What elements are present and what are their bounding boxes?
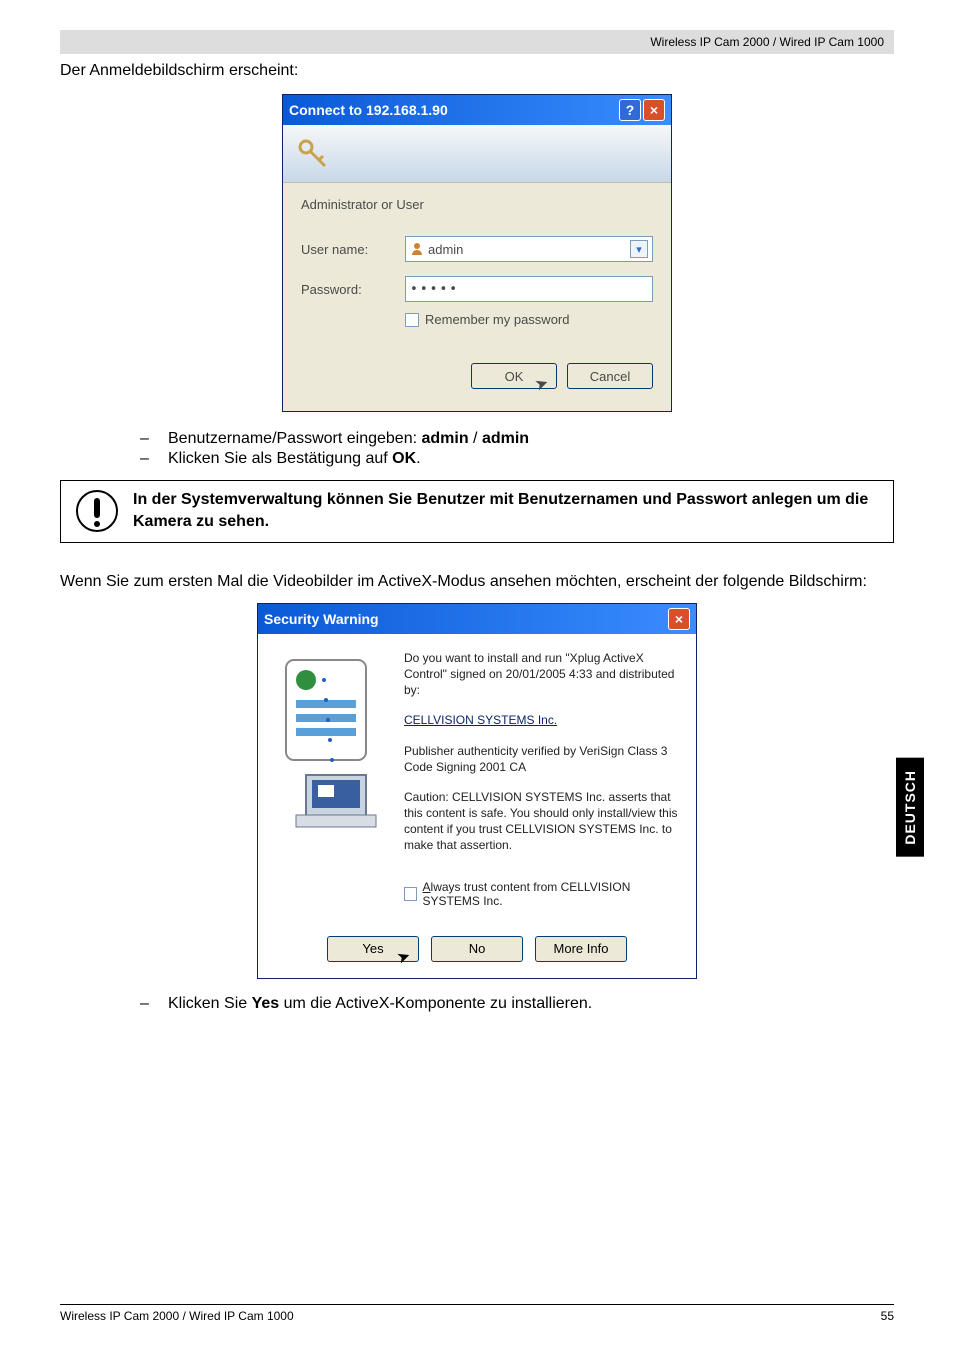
note-box: In der Systemverwaltung können Sie Benut… [60,480,894,543]
username-label: User name: [301,242,405,257]
bullet-list-1: –Benutzername/Passwort eingeben: admin /… [140,430,894,468]
software-install-icon [276,650,386,830]
keys-icon [295,136,331,172]
always-trust-label: Always trust content from CELLVISION SYS… [423,880,678,908]
yes-button[interactable]: Yes ➤ [327,936,419,962]
page-footer: Wireless IP Cam 2000 / Wired IP Cam 1000… [60,1304,894,1323]
password-field[interactable]: ••••• [405,276,653,302]
list-item: –Klicken Sie als Bestätigung auf OK. [140,450,894,468]
close-icon[interactable]: × [643,99,665,121]
security-p1: Do you want to install and run "Xplug Ac… [404,650,678,699]
list-item: –Benutzername/Passwort eingeben: admin /… [140,430,894,448]
security-warning-dialog: Security Warning × [257,603,697,979]
connect-dialog: Connect to 192.168.1.90 ? × Administrato… [282,94,672,412]
dialog-banner [283,125,671,183]
remember-checkbox[interactable] [405,313,419,327]
password-value: ••••• [410,282,459,297]
security-titlebar: Security Warning × [258,604,696,634]
username-field[interactable]: admin ▾ [405,236,653,262]
remember-label: Remember my password [425,312,570,327]
note-text: In der Systemverwaltung können Sie Benut… [133,489,879,534]
list-item: –Klicken Sie Yes um die ActiveX-Komponen… [140,995,894,1013]
chevron-down-icon[interactable]: ▾ [630,240,648,258]
user-icon [410,242,424,256]
no-button[interactable]: No [431,936,523,962]
always-trust-checkbox[interactable] [404,887,417,901]
cursor-icon: ➤ [394,945,413,968]
ok-label: OK [505,369,524,384]
yes-label: Yes [362,941,383,956]
password-label: Password: [301,282,405,297]
bullet-list-2: –Klicken Sie Yes um die ActiveX-Komponen… [140,995,894,1013]
help-icon[interactable]: ? [619,99,641,121]
header-bar: Wireless IP Cam 2000 / Wired IP Cam 1000 [60,30,894,54]
ok-button[interactable]: OK ➤ [471,363,557,389]
connect-dialog-titlebar: Connect to 192.168.1.90 ? × [283,95,671,125]
more-info-button[interactable]: More Info [535,936,627,962]
cancel-button[interactable]: Cancel [567,363,653,389]
security-p3: Caution: CELLVISION SYSTEMS Inc. asserts… [404,789,678,854]
username-value: admin [428,242,463,257]
language-tab: DEUTSCH [896,758,924,857]
footer-left: Wireless IP Cam 2000 / Wired IP Cam 1000 [60,1309,294,1323]
connect-dialog-title: Connect to 192.168.1.90 [289,102,448,118]
cursor-icon: ➤ [532,372,551,395]
realm-label: Administrator or User [301,197,653,212]
footer-page: 55 [881,1309,894,1323]
security-title: Security Warning [264,611,379,627]
security-p2: Publisher authenticity verified by VeriS… [404,743,678,775]
close-icon[interactable]: × [668,608,690,630]
body-text-2: Wenn Sie zum ersten Mal die Videobilder … [60,573,894,591]
attention-icon [75,489,119,533]
publisher-link[interactable]: CELLVISION SYSTEMS Inc. [404,713,557,727]
intro-text: Der Anmeldebildschirm erscheint: [60,62,894,80]
